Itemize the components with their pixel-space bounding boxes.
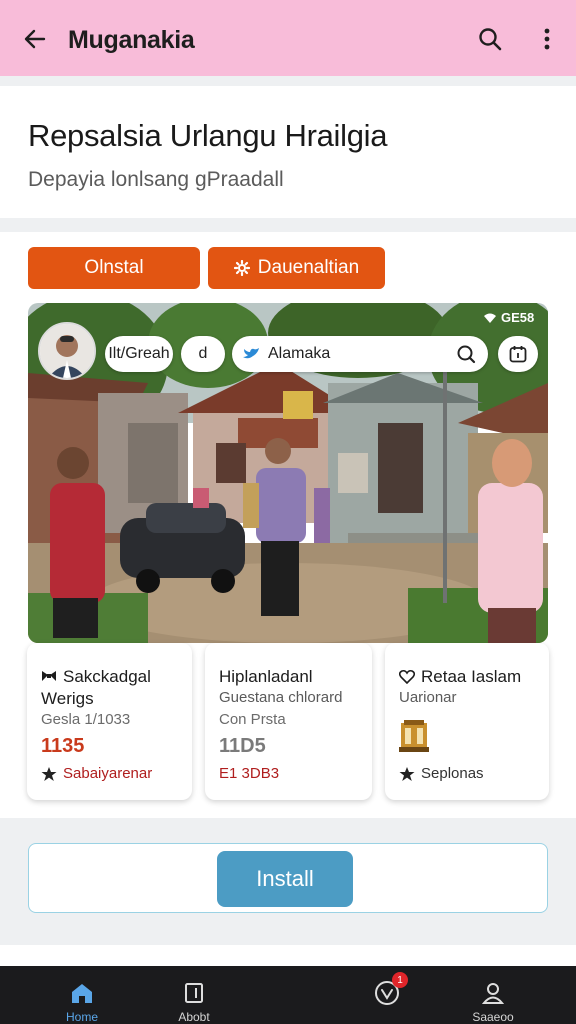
tile-title-text: Retaa Iaslam — [421, 667, 522, 686]
header-card: Repsalsia Urlangu Hrailgia Depayia lonls… — [0, 86, 576, 218]
tile-title-line2: Werigs — [41, 689, 94, 708]
tile-title-line2-text: Uarionar — [399, 689, 457, 706]
page-subtitle: Depayia lonlsang gPraadall — [28, 168, 284, 191]
wifi-icon — [484, 313, 496, 323]
settings-action-label: Dauenaltian — [257, 257, 360, 278]
more-options-button[interactable] — [532, 24, 562, 54]
tile-title-line2: Uarionar — [399, 689, 457, 706]
photo-search-label: Alamaka — [268, 345, 331, 362]
tile-title: Hiplanladanl — [219, 665, 313, 689]
tile-subtitle: Con Prsta — [219, 711, 286, 728]
install-button[interactable]: Install — [217, 851, 353, 907]
notification-badge: 1 — [392, 972, 408, 988]
user-icon — [481, 983, 505, 1004]
photo-search-bar[interactable]: Alamaka — [232, 336, 488, 372]
install-action-button[interactable]: Olnstal — [28, 247, 200, 289]
gear-icon — [233, 260, 250, 276]
chip-b[interactable]: d — [181, 336, 225, 372]
page-title: Repsalsia Urlangu Hrailgia — [28, 118, 388, 153]
home-icon — [72, 984, 92, 1003]
bird-icon — [243, 348, 259, 359]
tile-footer: Sabaiyarenar — [41, 765, 152, 782]
nav-profile[interactable]: Saaeoo — [448, 966, 538, 1024]
tile-price: 1135 — [41, 735, 85, 757]
product-tile[interactable]: Hiplanladanl Guestana chlorard Con Prsta… — [205, 643, 372, 800]
app-title: Muganakia — [68, 26, 195, 54]
back-button[interactable] — [20, 24, 50, 54]
star-icon — [399, 766, 415, 781]
calendar-icon — [509, 346, 527, 363]
bottom-nav: Home Abobt 1 Saaeoo — [0, 966, 576, 1024]
tile-footer-text: Seplonas — [421, 765, 484, 782]
avatar[interactable] — [38, 322, 96, 380]
chip-b-label: d — [198, 345, 208, 362]
search-icon — [457, 345, 476, 364]
install-button-label: Install — [256, 866, 314, 891]
app-bar: Muganakia — [0, 0, 576, 76]
install-action-label: Olnstal — [84, 257, 144, 278]
heart-icon — [399, 669, 415, 684]
nav-notifications[interactable]: 1 — [342, 966, 432, 1024]
star-icon — [41, 766, 57, 781]
book-icon — [185, 983, 203, 1003]
calendar-button[interactable] — [498, 336, 538, 372]
tile-title-text: Sakckadgal — [63, 667, 151, 686]
tile-title: Retaa Iaslam — [399, 665, 521, 689]
nav-about[interactable]: Abobt — [149, 966, 239, 1024]
tile-footer-text: E1 3DB3 — [219, 765, 280, 782]
tile-price: 11D5 — [219, 735, 266, 757]
nav-profile-label: Saaeoo — [472, 1010, 514, 1024]
status-time: GE58 — [501, 310, 535, 325]
tile-title-line2: Guestana chlorard — [219, 689, 342, 706]
product-tile[interactable]: Retaa Iaslam Uarionar Seplonas — [385, 643, 549, 800]
tile-title-line2-text: Guestana chlorard — [219, 689, 343, 706]
more-vert-icon — [544, 28, 550, 50]
search-button[interactable] — [475, 24, 505, 54]
chip-a[interactable]: Ilt/Greah — [105, 336, 173, 372]
product-tile[interactable]: Sakckadgal Werigs Gesla 1/1033 1135 Saba… — [27, 643, 192, 800]
avatar-image — [40, 324, 94, 378]
nav-about-label: Abobt — [178, 1010, 210, 1024]
chip-a-label: Ilt/Greah — [108, 345, 170, 362]
tile-footer-text: Sabaiyarenar — [63, 765, 153, 782]
settings-action-button[interactable]: Dauenaltian — [208, 247, 385, 289]
photo-search-button[interactable] — [456, 344, 476, 364]
tile-title: Sakckadgal — [41, 665, 151, 689]
arrow-left-icon — [24, 29, 46, 49]
bow-icon — [42, 671, 56, 681]
tile-footer: E1 3DB3 — [219, 765, 279, 782]
nav-home[interactable]: Home — [37, 966, 127, 1024]
tile-footer: Seplonas — [399, 765, 484, 782]
tile-subtitle: Gesla 1/1033 — [41, 711, 131, 728]
content-divider — [0, 945, 576, 967]
building-icon — [399, 719, 429, 758]
nav-home-label: Home — [65, 1010, 98, 1024]
search-icon — [479, 28, 502, 51]
status-bar: GE58 — [483, 310, 534, 325]
tile-title-text: Hiplanladanl — [219, 667, 313, 686]
